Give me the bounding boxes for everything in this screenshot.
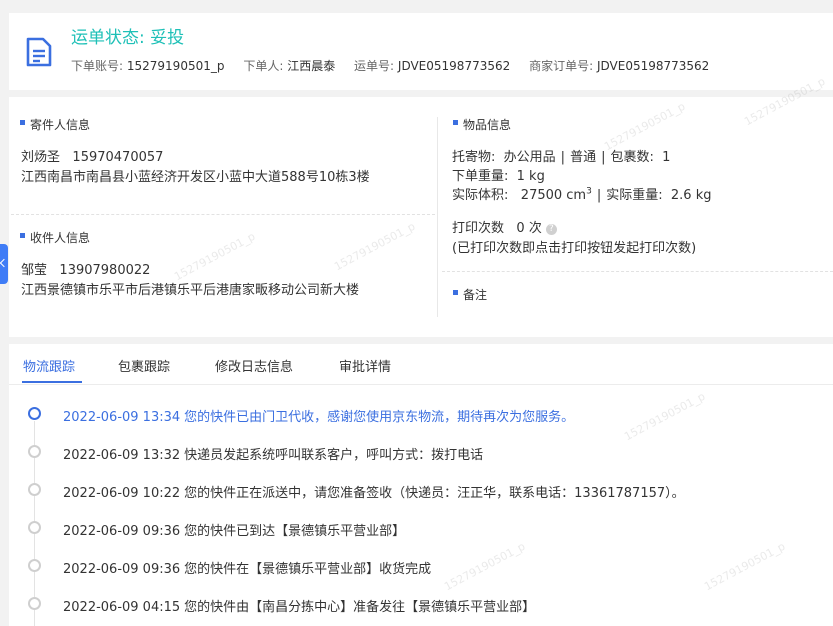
- page: 运单状态: 妥投 下单账号: 15279190501_p 下单人: 江西晨泰 运…: [0, 0, 833, 626]
- timeline-time: 2022-06-09 04:15: [63, 600, 181, 615]
- account-label: 下单账号:: [71, 59, 124, 73]
- timeline-dot: [28, 521, 41, 534]
- tab-approval-details[interactable]: 审批详情: [339, 356, 391, 375]
- timeline-text: 2022-06-09 09:36 您的快件已到达【景德镇乐平营业部】: [63, 520, 405, 539]
- sender-contact: 刘炀圣 15970470057: [21, 146, 163, 165]
- goods-consignment: 托寄物: 办公用品 | 普通 | 包裹数: 1: [452, 150, 671, 165]
- account-pair: 下单账号: 15279190501_p: [71, 59, 224, 73]
- merchant-pair: 商家订单号: JDVE05198773562: [529, 59, 709, 73]
- account-value: 15279190501_p: [126, 59, 225, 73]
- waybill-label: 运单号:: [354, 59, 395, 73]
- orderer-label: 下单人:: [243, 59, 284, 73]
- sender-name: 刘炀圣: [21, 150, 61, 165]
- volume-exponent: 3: [586, 186, 592, 197]
- timeline-item: 2022-06-09 13:34 您的快件已由门卫代收，感谢您使用京东物流，期待再…: [9, 396, 833, 434]
- timeline-item: 2022-06-09 10:22 您的快件正在派送中，请您准备签收（快递员：汪正华…: [9, 472, 833, 510]
- merchant-label: 商家订单号:: [529, 59, 594, 73]
- timeline-text: 2022-06-09 10:22 您的快件正在派送中，请您准备签收（快递员：汪正华…: [63, 482, 685, 501]
- goods-order-weight: 下单重量: 1 kg: [452, 165, 545, 184]
- timeline-item: 2022-06-09 09:36 您的快件已到达【景德镇乐平营业部】: [9, 510, 833, 548]
- help-icon[interactable]: ?: [545, 224, 557, 235]
- print-count-label: 打印次数: [452, 221, 505, 236]
- actual-weight-value: 2.6 kg: [670, 188, 712, 203]
- receiver-contact: 邹莹 13907980022: [21, 259, 150, 278]
- divider: [442, 271, 833, 272]
- timeline-item: 2022-06-09 13:32 快递员发起系统呼叫联系客户，呼叫方式：拨打电话: [9, 434, 833, 472]
- sender-phone: 15970470057: [72, 150, 164, 165]
- sender-address: 江西南昌市南昌县小蓝经济开发区小蓝中大道588号10栋3楼: [21, 170, 370, 185]
- order-meta: 下单账号: 15279190501_p 下单人: 江西晨泰 运单号: JDVE0…: [71, 57, 724, 74]
- remark-section-title: 备注: [453, 286, 487, 303]
- goods-volume-weight: 实际体积: 27500 cm3 | 实际重量: 2.6 kg: [452, 186, 712, 203]
- print-count-note: (已打印次数即点击打印按钮发起打印次数): [452, 241, 697, 256]
- consign-value: 办公用品: [503, 150, 556, 165]
- actual-weight-label: 实际重量:: [606, 188, 663, 203]
- timeline-desc: 您的快件在【景德镇乐平营业部】收货完成: [184, 562, 432, 577]
- timeline-dot: [28, 559, 41, 572]
- orderer-value: 江西晨泰: [287, 59, 336, 73]
- timeline-desc: 您的快件已由门卫代收，感谢您使用京东物流，期待再次为您服务。: [184, 410, 575, 425]
- waybill-header: 运单状态: 妥投 下单账号: 15279190501_p 下单人: 江西晨泰 运…: [9, 13, 833, 90]
- timeline-time: 2022-06-09 13:34: [63, 410, 181, 425]
- receiver-address: 江西景德镇市乐平市后港镇乐平后港唐家畈移动公司新大楼: [21, 283, 360, 298]
- order-weight-label: 下单重量:: [452, 169, 509, 184]
- timeline-desc: 您的快件正在派送中，请您准备签收（快递员：汪正华，联系电话：1336178715…: [184, 486, 685, 501]
- timeline-text: 2022-06-09 04:15 您的快件由【南昌分拣中心】准备发往【景德镇乐平营…: [63, 596, 535, 615]
- divider: [11, 214, 435, 215]
- order-weight-value: 1 kg: [516, 169, 545, 184]
- receiver-name: 邹莹: [21, 263, 48, 278]
- timeline-time: 2022-06-09 09:36: [63, 562, 181, 577]
- timeline-text: 2022-06-09 09:36 您的快件在【景德镇乐平营业部】收货完成: [63, 558, 431, 577]
- tracking-card: 物流跟踪 包裹跟踪 修改日志信息 审批详情 2022-06-09 13:34 您的…: [9, 344, 833, 626]
- side-collapse-tab[interactable]: [0, 244, 9, 284]
- consign-label: 托寄物:: [452, 150, 496, 165]
- print-count-value: 0 次: [516, 221, 542, 236]
- waybill-status: 运单状态: 妥投: [71, 23, 184, 48]
- chevron-left-icon: [0, 258, 9, 268]
- tab-modification-log[interactable]: 修改日志信息: [215, 356, 293, 375]
- timeline-dot: [28, 597, 41, 610]
- status-label: 运单状态:: [71, 28, 151, 48]
- document-icon: [26, 37, 52, 67]
- timeline-desc: 快递员发起系统呼叫联系客户，呼叫方式：拨打电话: [184, 448, 484, 463]
- tracking-tabs: 物流跟踪 包裹跟踪 修改日志信息 审批详情: [9, 344, 833, 385]
- timeline-time: 2022-06-09 13:32: [63, 448, 181, 463]
- package-count-label: 包裹数:: [610, 150, 654, 165]
- timeline-time: 2022-06-09 09:36: [63, 524, 181, 539]
- volume-value: 27500 cm: [520, 188, 587, 203]
- print-count: 打印次数 0 次?: [452, 217, 557, 236]
- shipment-info-card: 寄件人信息 刘炀圣 15970470057 江西南昌市南昌县小蓝经济开发区小蓝中…: [9, 97, 833, 337]
- waybill-number: JDVE05198773562: [397, 59, 511, 73]
- timeline-time: 2022-06-09 10:22: [63, 486, 181, 501]
- active-tab-indicator: [22, 381, 82, 383]
- timeline-dot: [28, 483, 41, 496]
- column-divider: [437, 117, 438, 317]
- goods-section-title: 物品信息: [453, 116, 511, 133]
- timeline-text: 2022-06-09 13:34 您的快件已由门卫代收，感谢您使用京东物流，期待再…: [63, 406, 574, 425]
- merchant-order-number: JDVE05198773562: [596, 59, 710, 73]
- timeline-item: 2022-06-09 09:36 您的快件在【景德镇乐平营业部】收货完成: [9, 548, 833, 586]
- timeline-dot: [28, 407, 41, 420]
- tab-logistics-tracking[interactable]: 物流跟踪: [23, 356, 75, 375]
- timeline-item: 2022-06-09 04:15 您的快件由【南昌分拣中心】准备发往【景德镇乐平营…: [9, 586, 833, 624]
- status-value: 妥投: [150, 28, 185, 48]
- volume-label: 实际体积:: [452, 188, 509, 203]
- receiver-section-title: 收件人信息: [20, 229, 90, 246]
- orderer-pair: 下单人: 江西晨泰: [243, 59, 335, 73]
- timeline-text: 2022-06-09 13:32 快递员发起系统呼叫联系客户，呼叫方式：拨打电话: [63, 444, 483, 463]
- receiver-phone: 13907980022: [59, 263, 151, 278]
- waybill-pair: 运单号: JDVE05198773562: [354, 59, 510, 73]
- goods-type: 普通: [570, 150, 597, 165]
- timeline-desc: 您的快件已到达【景德镇乐平营业部】: [184, 524, 406, 539]
- package-count: 1: [662, 150, 671, 165]
- timeline-dot: [28, 445, 41, 458]
- timeline-desc: 您的快件由【南昌分拣中心】准备发往【景德镇乐平营业部】: [184, 600, 536, 615]
- sender-section-title: 寄件人信息: [20, 116, 90, 133]
- tab-package-tracking[interactable]: 包裹跟踪: [118, 356, 170, 375]
